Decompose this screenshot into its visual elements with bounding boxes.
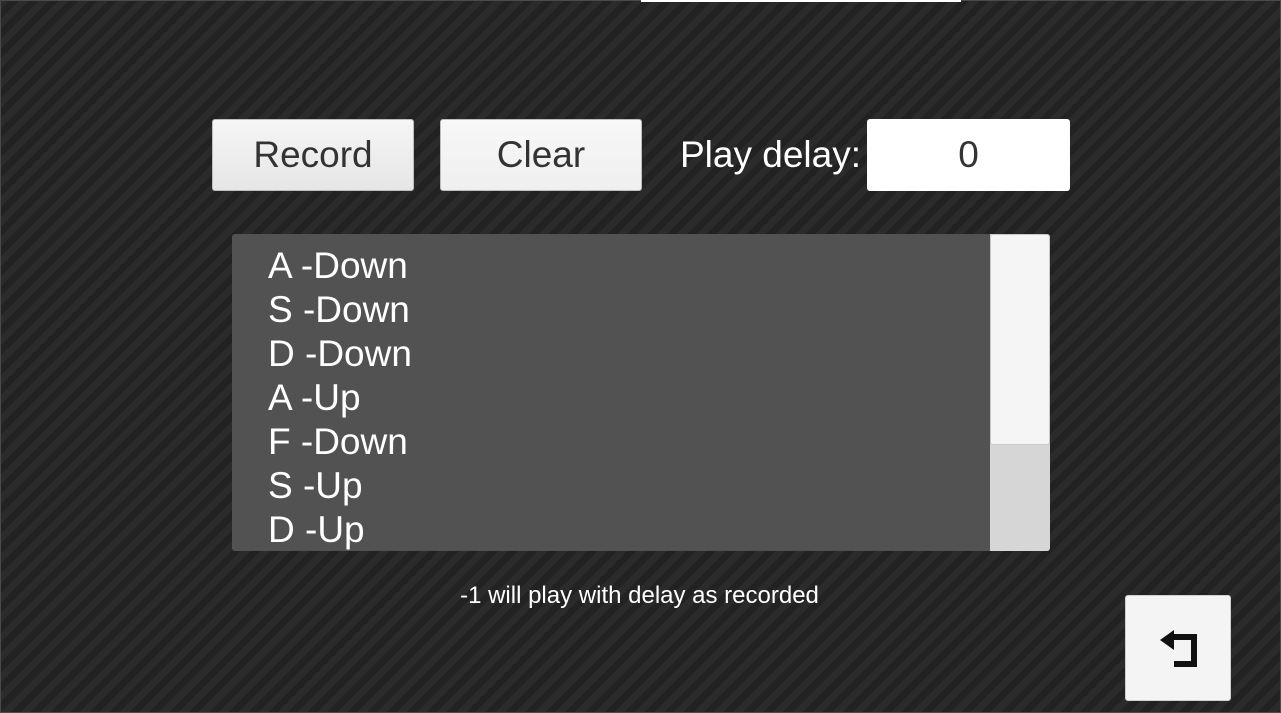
- delay-hint-text: -1 will play with delay as recorded: [0, 582, 1281, 610]
- list-item: A -Down: [268, 245, 408, 286]
- play-delay-input[interactable]: [867, 119, 1070, 191]
- recorded-events-list[interactable]: A -Down S -Down D -Down A -Up F -Down S …: [232, 234, 1050, 551]
- list-item: D -Down: [268, 333, 412, 374]
- list-item: S -Up: [268, 465, 363, 506]
- list-item: A -Up: [268, 377, 361, 418]
- list-scrollbar[interactable]: [990, 234, 1050, 551]
- list-item: D -Up: [268, 509, 365, 550]
- list-item: F -Down: [268, 421, 408, 462]
- play-delay-label: Play delay:: [680, 134, 861, 175]
- event-list-content: A -Down S -Down D -Down A -Up F -Down S …: [268, 244, 412, 551]
- clear-button[interactable]: Clear: [440, 119, 642, 191]
- list-item: S -Down: [268, 289, 410, 330]
- scrollbar-thumb[interactable]: [990, 234, 1050, 445]
- back-arrow-icon: [1160, 630, 1197, 667]
- back-button[interactable]: [1125, 595, 1231, 701]
- record-button[interactable]: Record: [212, 119, 414, 191]
- delay-hint-label: -1 will play with delay as recorded: [460, 582, 819, 609]
- top-indicator-bar: [641, 0, 961, 2]
